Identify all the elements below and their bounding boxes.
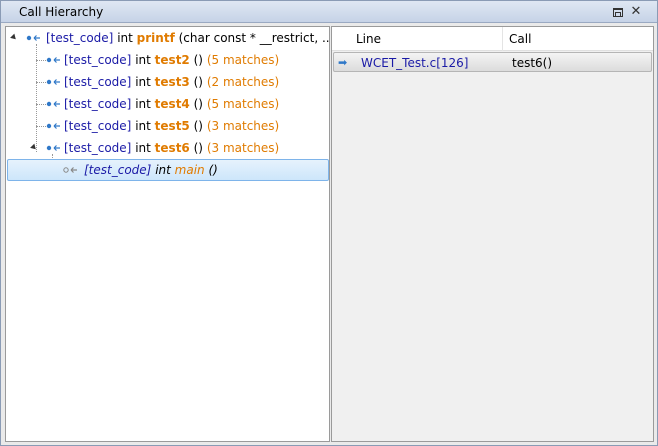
function-args: () [193,119,203,133]
function-args: (char const * __restrict, ...) [178,31,330,45]
function-args: () [208,163,218,177]
match-count: (3 matches) [206,141,280,155]
match-count: (5 matches) [206,53,280,67]
tree-item-test6[interactable]: [test_code] int test6 () (3 matches) [6,137,329,159]
call-hierarchy-icon [46,57,60,63]
maximize-icon [613,7,623,17]
tree-item-printf[interactable]: [test_code] int printf (char const * __r… [6,27,329,49]
match-count: (5 matches) [206,97,280,111]
call-hierarchy-icon [63,167,77,173]
function-name: main [174,163,205,177]
expand-toggle-icon[interactable] [10,33,18,42]
function-args: () [193,141,203,155]
scope-tag: [test_code] [64,119,132,133]
table-row[interactable]: ➡ WCET_Test.c[126] test6() [333,52,652,72]
scope-tag: [test_code] [64,75,132,89]
tree-item-test4[interactable]: [test_code] int test4 () (5 matches) [6,93,329,115]
call-hierarchy-icon [46,101,60,107]
scope-tag: [test_code] [84,163,152,177]
function-name: test4 [154,97,190,111]
call-hierarchy-icon [46,79,60,85]
function-args: () [193,97,203,111]
function-name: test5 [154,119,190,133]
function-name: test2 [154,53,190,67]
column-header-line[interactable]: Line [356,32,381,46]
call-locations-table[interactable]: Line Call ➡ WCET_Test.c[126] test6() [331,26,654,442]
location-arrow-icon: ➡ [338,56,348,69]
return-type: int [117,31,133,45]
maximize-button[interactable] [611,5,625,19]
return-type: int [135,119,151,133]
tree-item-main[interactable]: [test_code] int main () [6,159,329,181]
call-hierarchy-window: Call Hierarchy ✕ [test_code] int printf … [0,0,658,446]
call-cell: test6() [512,56,553,70]
function-name: printf [136,31,175,45]
return-type: int [135,75,151,89]
return-type: int [155,163,171,177]
call-hierarchy-icon [46,123,60,129]
tree-item-test2[interactable]: [test_code] int test2 () (5 matches) [6,49,329,71]
function-args: () [193,75,203,89]
match-count: (2 matches) [206,75,280,89]
return-type: int [135,53,151,67]
view-titlebar: Call Hierarchy ✕ [1,1,657,23]
scope-tag: [test_code] [64,141,132,155]
function-args: () [193,53,203,67]
expand-toggle-icon[interactable] [30,143,38,152]
call-hierarchy-icon [46,145,60,151]
scope-tag: [test_code] [46,31,114,45]
close-button[interactable]: ✕ [629,5,643,19]
column-divider[interactable] [502,27,503,51]
table-header: Line Call [332,27,653,51]
return-type: int [135,97,151,111]
scope-tag: [test_code] [64,97,132,111]
view-title: Call Hierarchy [19,5,104,19]
line-cell: WCET_Test.c[126] [361,56,469,70]
scope-tag: [test_code] [64,53,132,67]
column-header-call[interactable]: Call [509,32,531,46]
tree-item-test5[interactable]: [test_code] int test5 () (3 matches) [6,115,329,137]
call-hierarchy-icon [26,35,40,41]
function-name: test3 [154,75,190,89]
function-name: test6 [154,141,190,155]
close-icon: ✕ [630,4,642,19]
call-tree[interactable]: [test_code] int printf (char const * __r… [5,26,330,442]
return-type: int [135,141,151,155]
tree-item-test3[interactable]: [test_code] int test3 () (2 matches) [6,71,329,93]
match-count: (3 matches) [206,119,280,133]
